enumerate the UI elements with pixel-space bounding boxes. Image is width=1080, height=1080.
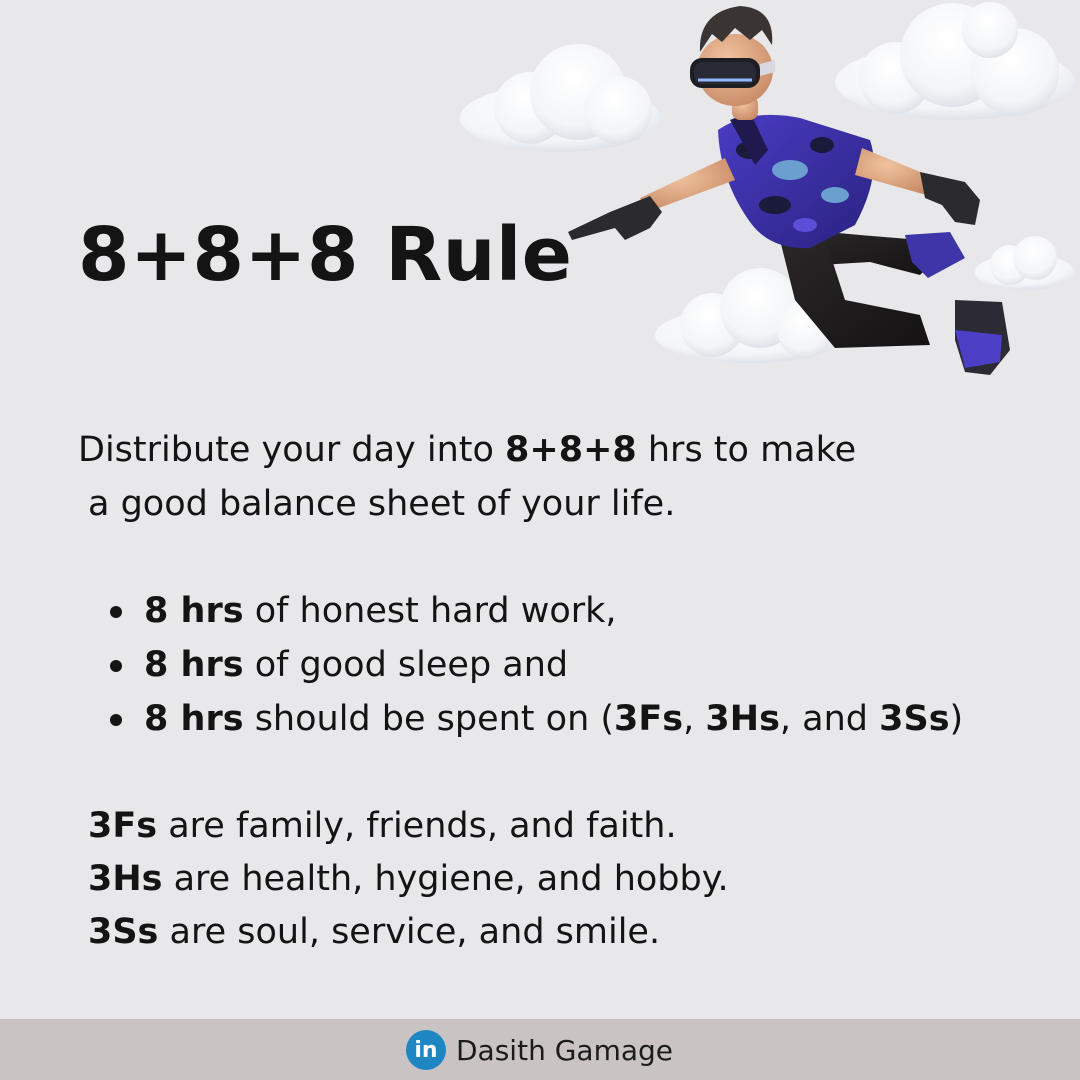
definition-term: 3Fs bbox=[88, 806, 158, 846]
list-item: 8 hrs of good sleep and bbox=[110, 638, 963, 692]
bullet-text: of good sleep and bbox=[243, 645, 569, 685]
bullet-term-3hs: 3Hs bbox=[705, 699, 780, 739]
definition-text: are family, friends, and faith. bbox=[157, 806, 677, 846]
intro-line-2: a good balance sheet of your life. bbox=[88, 484, 676, 524]
bullet-close: ) bbox=[949, 699, 964, 739]
definition-text: are soul, service, and smile. bbox=[158, 912, 661, 952]
bullet-term-3fs: 3Fs bbox=[614, 699, 684, 739]
cloud-left bbox=[460, 44, 660, 152]
bullet-bold: 8 hrs bbox=[144, 591, 244, 631]
bullet-separator: , bbox=[683, 699, 706, 739]
cloud-right bbox=[835, 2, 1075, 120]
linkedin-icon: in bbox=[406, 1030, 446, 1070]
bullet-list: 8 hrs of honest hard work, 8 hrs of good… bbox=[110, 584, 963, 746]
definition-row: 3Fs are family, friends, and faith. bbox=[88, 800, 729, 853]
definition-row: 3Hs are health, hygiene, and hobby. bbox=[88, 853, 729, 906]
intro-text: Distribute your day into bbox=[78, 430, 506, 470]
bullet-term-3ss: 3Ss bbox=[879, 699, 950, 739]
cloud-small bbox=[975, 236, 1075, 290]
intro-paragraph: Distribute your day into 8+8+8 hrs to ma… bbox=[78, 423, 856, 531]
author-name: Dasith Gamage bbox=[456, 1033, 673, 1067]
definitions: 3Fs are family, friends, and faith. 3Hs … bbox=[88, 800, 729, 959]
intro-emphasis: 8+8+8 bbox=[505, 430, 637, 470]
bullet-bold: 8 hrs bbox=[144, 699, 244, 739]
author-link[interactable]: in Dasith Gamage bbox=[406, 1030, 673, 1070]
intro-text-end: hrs to make bbox=[636, 430, 857, 470]
bullet-text: should be spent on ( bbox=[243, 699, 615, 739]
definition-text: are health, hygiene, and hobby. bbox=[162, 859, 729, 899]
definition-term: 3Ss bbox=[88, 912, 159, 952]
bullet-text: of honest hard work, bbox=[243, 591, 617, 631]
post-card: 8+8+8 Rule Distribute your day into 8+8+… bbox=[0, 0, 1080, 1080]
list-item: 8 hrs of honest hard work, bbox=[110, 584, 963, 638]
page-title: 8+8+8 Rule bbox=[78, 212, 573, 298]
definition-term: 3Hs bbox=[88, 859, 163, 899]
definition-row: 3Ss are soul, service, and smile. bbox=[88, 906, 729, 959]
bullet-separator: , and bbox=[779, 699, 880, 739]
bullet-bold: 8 hrs bbox=[144, 645, 244, 685]
list-item: 8 hrs should be spent on (3Fs, 3Hs, and … bbox=[110, 692, 963, 746]
vr-character-illustration bbox=[460, 2, 1075, 375]
footer-bar: in Dasith Gamage bbox=[0, 1019, 1080, 1080]
